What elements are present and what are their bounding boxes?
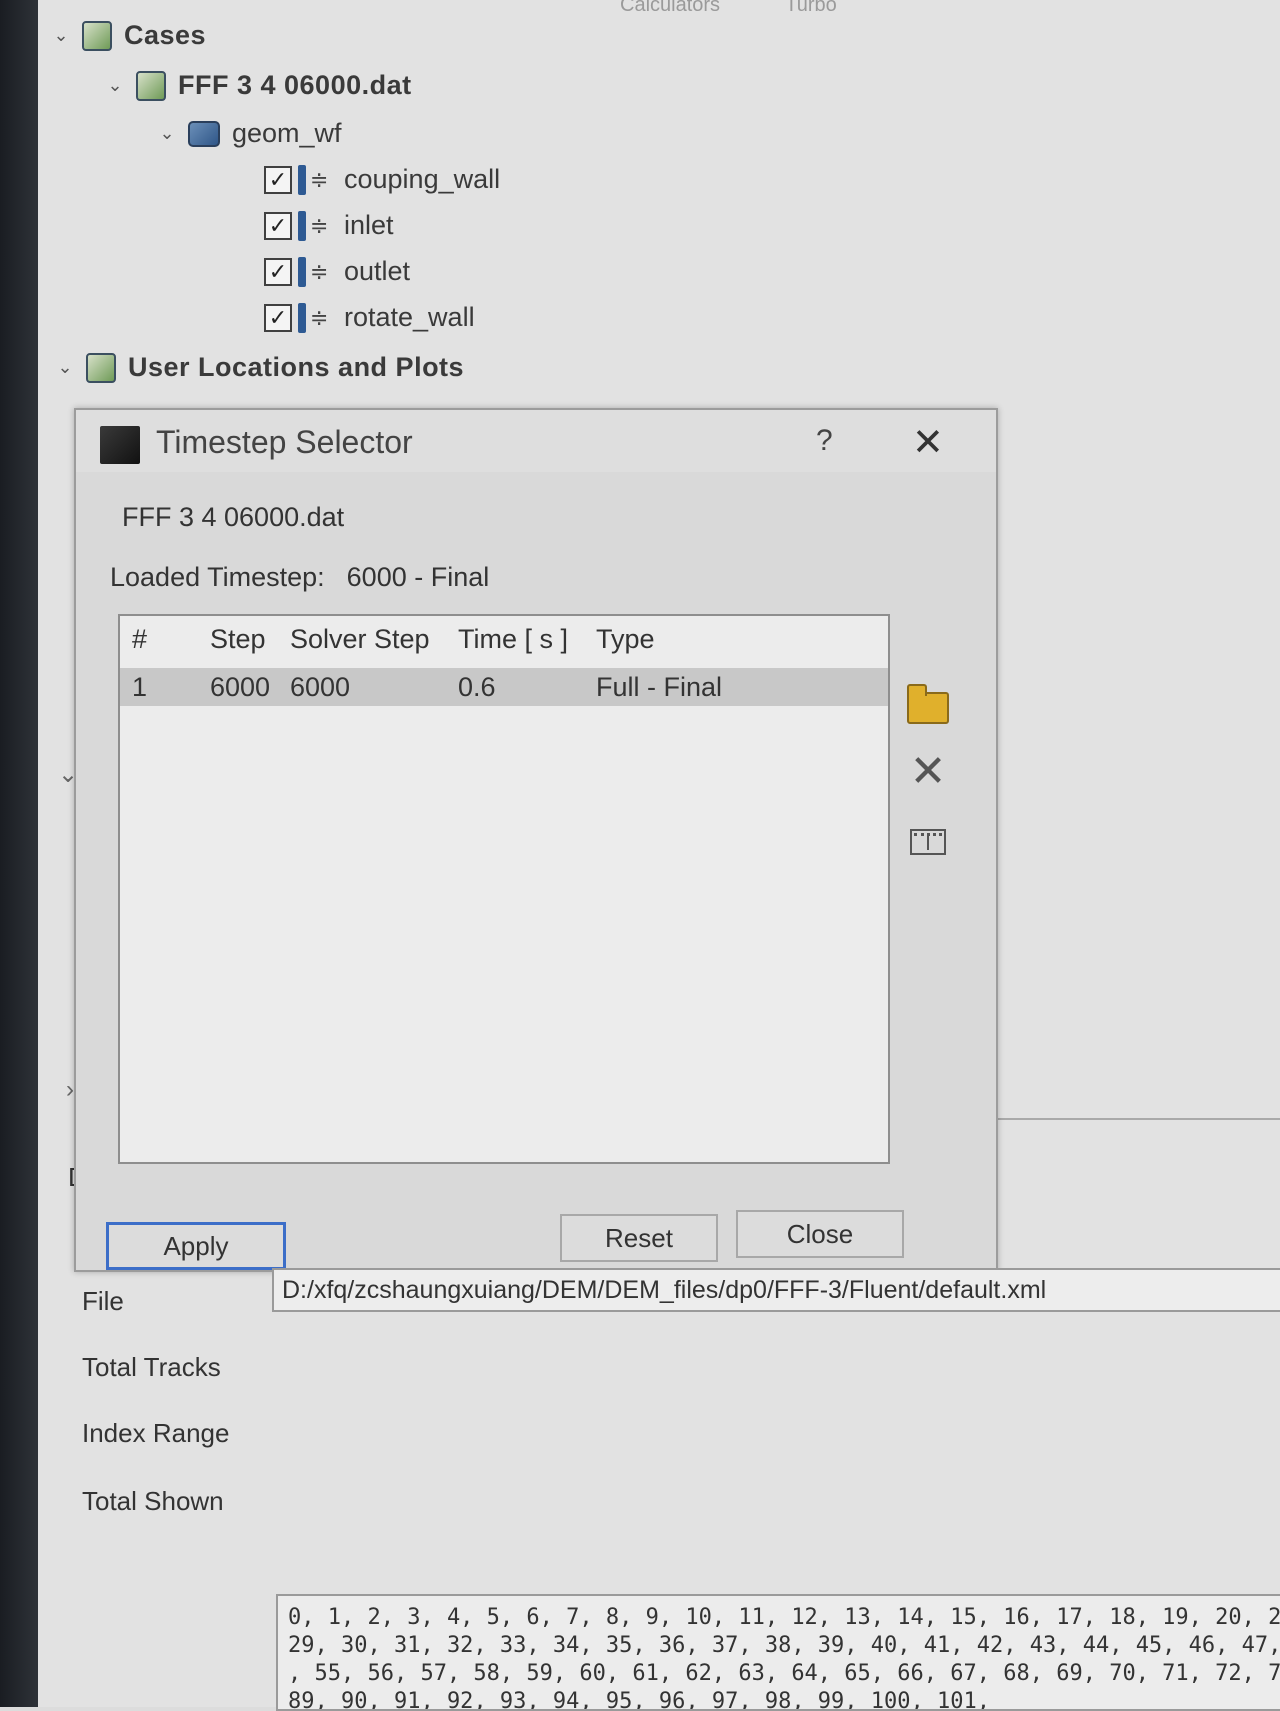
column-header[interactable]: Solver Step — [290, 624, 430, 655]
reset-button[interactable]: Reset — [560, 1214, 718, 1262]
tree-item-user-locations[interactable]: ⌄ User Locations and Plots — [54, 352, 464, 383]
delete-icon: ✕ — [909, 747, 947, 796]
file-path-field[interactable]: D:/xfq/zcshaungxuiang/DEM/DEM_files/dp0/… — [272, 1268, 1280, 1312]
file-label: File — [82, 1286, 124, 1316]
index-range-label: Index Range — [82, 1418, 230, 1448]
table-header: # Step Solver Step Time [ s ] Type — [120, 620, 888, 658]
app-icon — [100, 426, 140, 464]
boundary-checkbox[interactable]: ✓ — [264, 303, 292, 332]
tree-label: Cases — [124, 20, 207, 50]
close-icon[interactable]: ✕ — [912, 420, 944, 465]
chevron-down-icon[interactable]: ⌄ — [54, 357, 76, 379]
domain-icon — [188, 120, 220, 147]
tree-label: outlet — [344, 256, 411, 286]
tab-calculators[interactable]: Calculators — [620, 0, 720, 16]
tree-item-boundary[interactable]: ✓ ≑ inlet — [264, 210, 394, 241]
cell-time: 0.6 — [458, 672, 496, 702]
loaded-timestep-label: Loaded Timestep: — [110, 562, 325, 592]
chevron-down-icon[interactable]: ⌄ — [50, 25, 72, 47]
tree-label: User Locations and Plots — [128, 352, 465, 382]
boundary-icon: ≑ — [298, 210, 334, 241]
tree-label: geom_wf — [232, 118, 342, 148]
tree-item-geom[interactable]: ⌄ geom_wf — [156, 118, 342, 149]
tree-item-cases[interactable]: ⌄ Cases — [50, 20, 206, 51]
boundary-icon: ≑ — [298, 302, 334, 333]
cell-num: 1 — [132, 672, 148, 702]
column-header[interactable]: Time [ s ] — [458, 624, 568, 655]
boundary-icon: ≑ — [298, 256, 334, 287]
total-shown-label: Total Shown — [82, 1486, 224, 1516]
tree-item-boundary[interactable]: ✓ ≑ rotate_wall — [264, 302, 475, 333]
open-folder-icon — [907, 684, 949, 724]
total-tracks-label: Total Tracks — [82, 1352, 221, 1382]
column-header[interactable]: Type — [596, 624, 655, 655]
case-icon — [136, 70, 166, 101]
tree-item-case-file[interactable]: ⌄ FFF 3 4 06000.dat — [104, 70, 412, 101]
apply-button[interactable]: Apply — [106, 1222, 286, 1270]
dialog-title: Timestep Selector — [156, 424, 413, 460]
tree-item-boundary[interactable]: ✓ ≑ couping_wall — [264, 164, 500, 195]
cell-solver-step: 6000 — [290, 672, 351, 702]
table-row[interactable]: 1 6000 6000 0.6 Full - Final — [120, 668, 888, 706]
tree-label: couping_wall — [344, 164, 501, 194]
case-name: FFF 3 4 06000.dat — [122, 502, 345, 532]
column-header[interactable]: # — [132, 624, 147, 655]
boundary-icon: ≑ — [298, 164, 334, 195]
index-line: 0, 1, 2, 3, 4, 5, 6, 7, 8, 9, 10, 11, 12… — [288, 1605, 1280, 1630]
dialog-titlebar[interactable]: Timestep Selector ? ✕ — [76, 410, 996, 472]
tab-turbo[interactable]: Turbo — [785, 0, 837, 16]
column-header[interactable]: Step — [210, 624, 266, 655]
chevron-down-icon[interactable]: ⌄ — [104, 75, 126, 97]
cell-type: Full - Final — [596, 672, 723, 702]
filmstrip-icon — [910, 829, 946, 855]
cell-step: 6000 — [210, 672, 271, 702]
loaded-timestep-value: 6000 - Final — [346, 562, 490, 592]
chevron-right-icon[interactable]: › — [66, 1076, 74, 1104]
animation-button[interactable] — [906, 820, 950, 864]
tree-label: inlet — [344, 210, 394, 240]
timestep-selector-dialog: Timestep Selector ? ✕ FFF 3 4 06000.dat … — [74, 408, 998, 1272]
loaded-timestep: Loaded Timestep: 6000 - Final — [110, 562, 489, 593]
index-line: 29, 30, 31, 32, 33, 34, 35, 36, 37, 38, … — [288, 1633, 1280, 1658]
boundary-checkbox[interactable]: ✓ — [264, 211, 292, 240]
help-button[interactable]: ? — [816, 424, 833, 458]
close-button[interactable]: Close — [736, 1210, 904, 1258]
open-folder-button[interactable] — [906, 684, 950, 730]
delete-button[interactable]: ✕ — [906, 750, 950, 794]
tree-label: FFF 3 4 06000.dat — [178, 70, 412, 100]
index-line: , 55, 56, 57, 58, 59, 60, 61, 62, 63, 64… — [288, 1661, 1280, 1686]
user-locations-icon — [86, 352, 116, 383]
tree-label: rotate_wall — [344, 302, 475, 332]
index-list-box[interactable]: 0, 1, 2, 3, 4, 5, 6, 7, 8, 9, 10, 11, 12… — [276, 1594, 1280, 1711]
top-tab-strip: Calculators Turbo — [620, 0, 897, 17]
boundary-checkbox[interactable]: ✓ — [264, 165, 292, 194]
boundary-checkbox[interactable]: ✓ — [264, 257, 292, 286]
cases-folder-icon — [82, 20, 112, 51]
tree-item-boundary[interactable]: ✓ ≑ outlet — [264, 256, 410, 287]
chevron-down-icon[interactable]: ⌄ — [156, 123, 178, 145]
timestep-table[interactable]: # Step Solver Step Time [ s ] Type 1 600… — [118, 614, 890, 1164]
monitor-bezel — [0, 0, 38, 1707]
index-line: 89, 90, 91, 92, 93, 94, 95, 96, 97, 98, … — [288, 1689, 990, 1711]
